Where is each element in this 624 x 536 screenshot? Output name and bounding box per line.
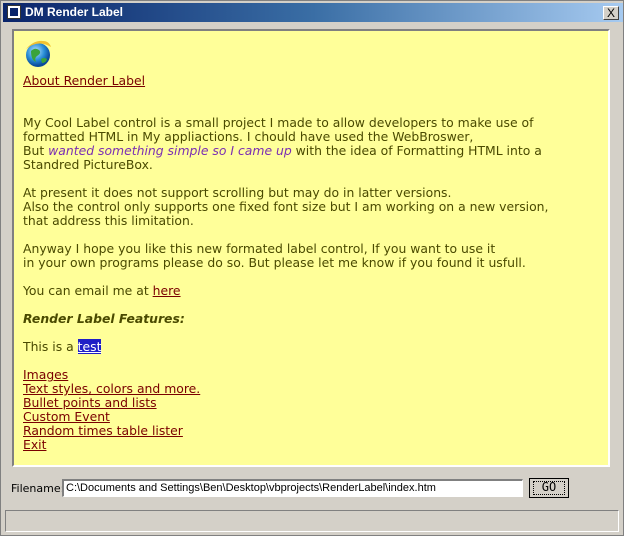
- close-button[interactable]: X: [603, 6, 619, 20]
- filename-row: Filename: C:\Documents and Settings\Ben\…: [11, 478, 611, 500]
- title-bar[interactable]: DM Render Label X: [3, 3, 623, 22]
- about-link[interactable]: About Render Label: [23, 73, 145, 88]
- para1-line3: But wanted something simple so I came up…: [23, 144, 603, 158]
- para1-line4: Standred PictureBox.: [23, 157, 153, 172]
- globe-icon: [26, 40, 51, 67]
- para1-line1: My Cool Label control is a small project…: [23, 115, 534, 130]
- window-title: DM Render Label: [25, 5, 124, 19]
- para1-line3-post: with the idea of Formatting HTML into a: [291, 143, 542, 158]
- email-line: You can email me at here: [23, 284, 603, 298]
- go-button[interactable]: GO: [529, 478, 569, 498]
- status-bar: [5, 510, 619, 532]
- bullet-points-link[interactable]: Bullet points and lists: [23, 395, 157, 410]
- test-highlight[interactable]: test: [77, 339, 102, 354]
- test-prefix: This is a: [23, 339, 78, 354]
- filename-label: Filename:: [11, 482, 65, 495]
- para2-line3: that address this limitation.: [23, 213, 194, 228]
- custom-event-link[interactable]: Custom Event: [23, 409, 110, 424]
- main-window: DM Render Label X About Render Label My …: [0, 0, 624, 536]
- email-link[interactable]: here: [153, 283, 181, 298]
- para2-line2: Also the control only supports one fixed…: [23, 199, 549, 214]
- go-focus-ring: [533, 481, 565, 495]
- purple-italic-text: wanted something simple so I came up: [48, 143, 292, 158]
- exit-link[interactable]: Exit: [23, 437, 46, 452]
- viewer-content: About Render Label My Cool Label control…: [23, 39, 603, 452]
- images-link[interactable]: Images: [23, 367, 68, 382]
- para2-line1: At present it does not support scrolling…: [23, 185, 452, 200]
- test-line: This is a test: [23, 339, 603, 354]
- app-icon[interactable]: [7, 5, 21, 19]
- para3-line2: in your own programs please do so. But p…: [23, 255, 526, 270]
- email-prefix: You can email me at: [23, 283, 153, 298]
- text-styles-link[interactable]: Text styles, colors and more.: [23, 381, 200, 396]
- features-heading: Render Label Features:: [23, 311, 185, 326]
- times-table-link[interactable]: Random times table lister: [23, 423, 183, 438]
- para1-line2: formatted HTML in My appliactions. I cho…: [23, 129, 474, 144]
- para1-line3-pre: But: [23, 143, 49, 158]
- html-viewer: About Render Label My Cool Label control…: [12, 29, 610, 467]
- filename-input[interactable]: C:\Documents and Settings\Ben\Desktop\vb…: [62, 479, 523, 497]
- para3-line1: Anyway I hope you like this new formated…: [23, 241, 496, 256]
